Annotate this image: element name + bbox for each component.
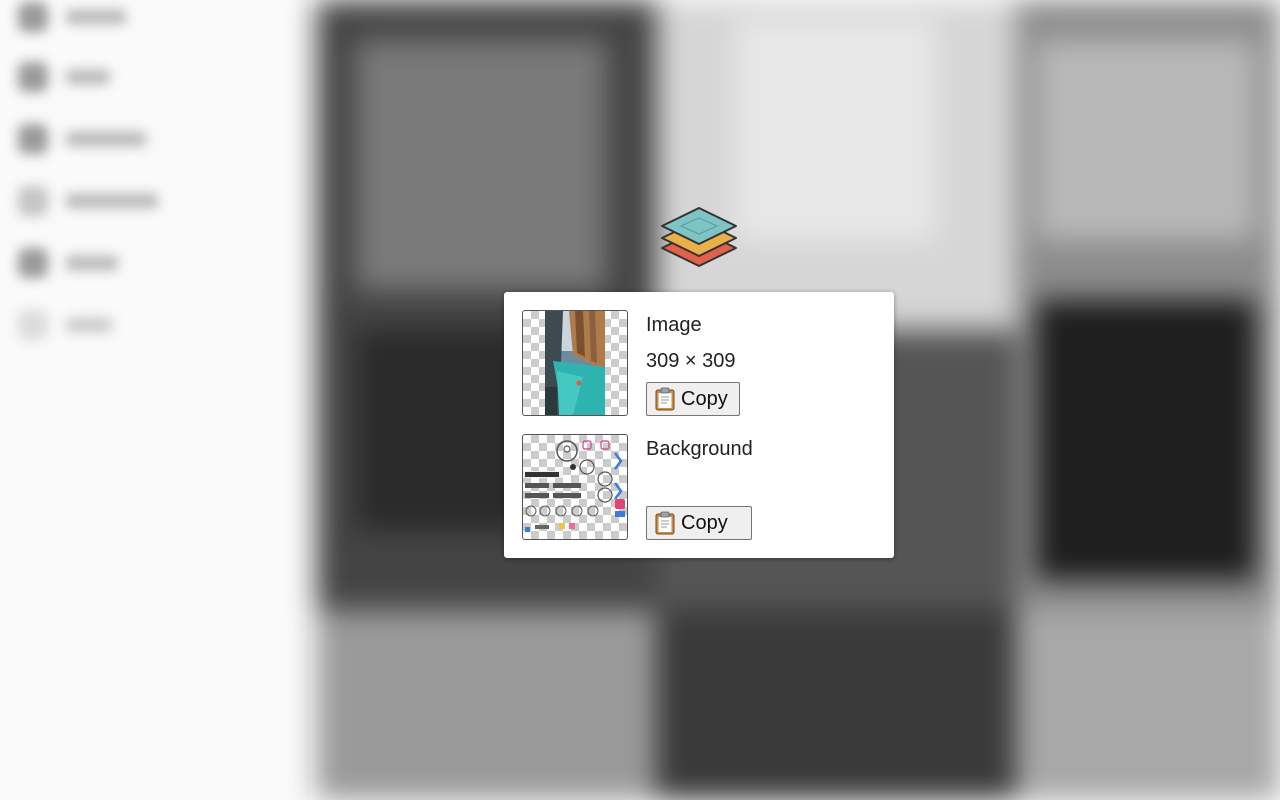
background-layer-thumbnail bbox=[522, 434, 628, 540]
layer-name: Background bbox=[646, 438, 753, 460]
layers-icon bbox=[659, 204, 739, 272]
copy-label: Copy bbox=[681, 387, 728, 410]
layers-dialog: Image 309 × 309 Copy Background Copy bbox=[504, 292, 894, 558]
layer-row-background: Background Copy bbox=[522, 434, 882, 540]
screenshot-thumbnail bbox=[523, 440, 625, 532]
photo-thumbnail bbox=[545, 311, 605, 415]
copy-image-button[interactable]: Copy bbox=[646, 382, 740, 416]
layer-dimensions: 309 × 309 bbox=[646, 350, 736, 372]
page: Image 309 × 309 Copy Background Copy bbox=[0, 0, 1280, 800]
image-layer-thumbnail bbox=[522, 310, 628, 416]
layer-name: Image bbox=[646, 314, 702, 336]
clipboard-icon bbox=[655, 511, 675, 535]
layer-row-image: Image 309 × 309 Copy bbox=[522, 310, 882, 416]
copy-label: Copy bbox=[681, 511, 728, 534]
image-layer-info: Image 309 × 309 Copy bbox=[646, 310, 882, 416]
copy-background-button[interactable]: Copy bbox=[646, 506, 752, 540]
background-layer-info: Background Copy bbox=[646, 434, 882, 540]
clipboard-icon bbox=[655, 387, 675, 411]
layers-logo-svg bbox=[661, 207, 737, 267]
